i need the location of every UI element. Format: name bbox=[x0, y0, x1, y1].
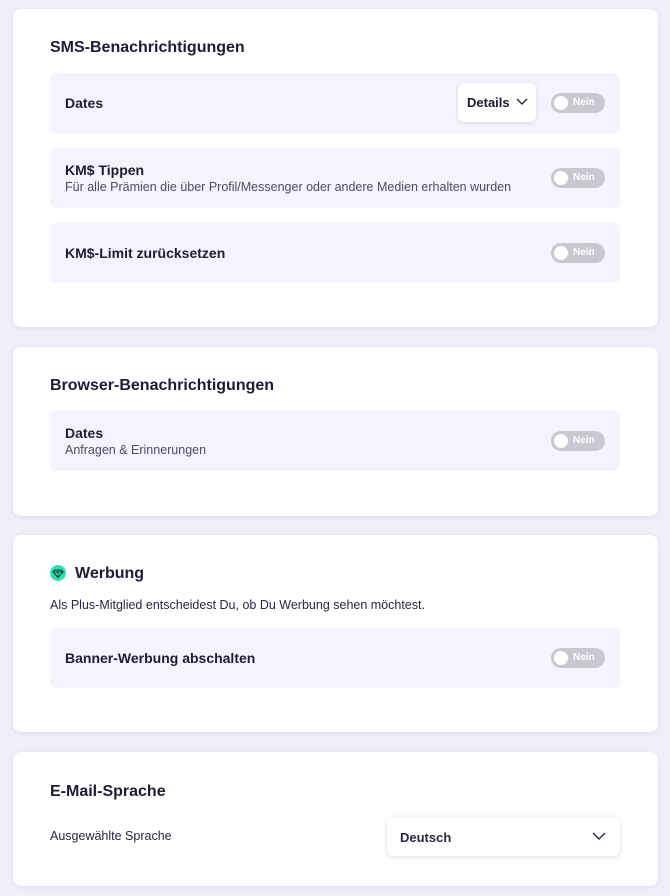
werbung-row-banner: Banner-Werbung abschalten Nein bbox=[50, 628, 620, 688]
language-select[interactable]: Deutsch bbox=[387, 817, 620, 856]
browser-section-title: Browser-Benachrichtigungen bbox=[50, 377, 275, 394]
sms-row-km-tippen: KM$ Tippen Für alle Prämien die über Pro… bbox=[50, 148, 620, 208]
browser-dates-toggle[interactable]: Nein bbox=[551, 431, 605, 451]
toggle-knob bbox=[554, 96, 568, 110]
km-limit-toggle[interactable]: Nein bbox=[551, 243, 605, 263]
sms-notifications-card: SMS-Benachrichtigungen Dates Details Nei… bbox=[13, 9, 658, 327]
chevron-down-icon bbox=[592, 832, 606, 840]
toggle-knob bbox=[554, 246, 568, 260]
toggle-knob bbox=[554, 171, 568, 185]
banner-werbung-label: Banner-Werbung abschalten bbox=[65, 650, 256, 666]
sms-section-title: SMS-Benachrichtigungen bbox=[50, 39, 245, 56]
chevron-down-icon bbox=[516, 98, 528, 105]
toggle-state-label: Nein bbox=[573, 435, 595, 446]
browser-notifications-card: Browser-Benachrichtigungen Dates Anfrage… bbox=[13, 347, 658, 516]
details-dropdown-button[interactable]: Details bbox=[458, 83, 536, 122]
toggle-knob bbox=[554, 651, 568, 665]
email-language-title: E-Mail-Sprache bbox=[50, 783, 166, 800]
sms-row-km-limit: KM$-Limit zurücksetzen Nein bbox=[50, 223, 620, 283]
language-select-value: Deutsch bbox=[400, 830, 452, 845]
email-language-card: E-Mail-Sprache Ausgewählte Sprache Deuts… bbox=[13, 752, 658, 886]
browser-dates-label: Dates bbox=[65, 425, 104, 441]
details-label: Details bbox=[467, 95, 510, 110]
toggle-state-label: Nein bbox=[573, 652, 595, 663]
plus-member-diamond-icon bbox=[50, 565, 66, 581]
km-tippen-label: KM$ Tippen bbox=[65, 162, 145, 178]
toggle-state-label: Nein bbox=[573, 97, 595, 108]
km-tippen-description: Für alle Prämien die über Profil/Messeng… bbox=[65, 180, 512, 194]
toggle-knob bbox=[554, 434, 568, 448]
browser-row-dates: Dates Anfragen & Erinnerungen Nein bbox=[50, 411, 620, 471]
toggle-state-label: Nein bbox=[573, 172, 595, 183]
browser-dates-description: Anfragen & Erinnerungen bbox=[65, 443, 207, 457]
werbung-card: Werbung Als Plus-Mitglied entscheidest D… bbox=[13, 535, 658, 732]
toggle-state-label: Nein bbox=[573, 247, 595, 258]
selected-language-label: Ausgewählte Sprache bbox=[50, 829, 172, 843]
km-tippen-toggle[interactable]: Nein bbox=[551, 168, 605, 188]
km-limit-label: KM$-Limit zurücksetzen bbox=[65, 245, 226, 261]
sms-dates-label: Dates bbox=[65, 95, 104, 111]
werbung-section-title: Werbung bbox=[75, 565, 145, 582]
sms-row-dates: Dates Details Nein bbox=[50, 73, 620, 133]
banner-werbung-toggle[interactable]: Nein bbox=[551, 648, 605, 668]
sms-dates-toggle[interactable]: Nein bbox=[551, 93, 605, 113]
werbung-description: Als Plus-Mitglied entscheidest Du, ob Du… bbox=[50, 598, 425, 612]
